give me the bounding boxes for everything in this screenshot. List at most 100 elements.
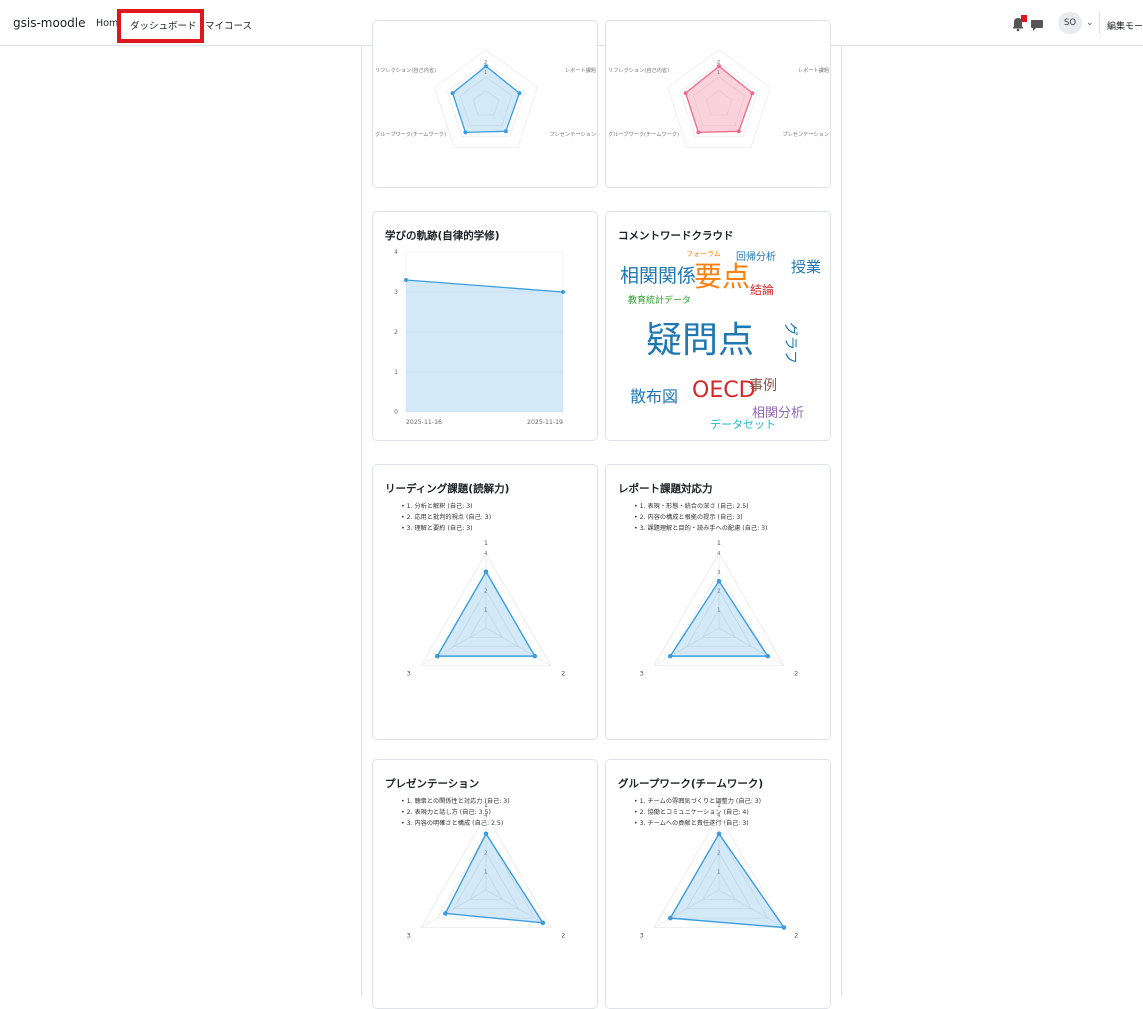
learning-trail-chart: 012342025-11-162025-11-19	[373, 212, 598, 441]
radar-axis-label: 1	[717, 539, 721, 547]
radar-point	[532, 654, 537, 659]
radar-axis-label: 2	[561, 670, 565, 678]
radar-tick-label: 4	[717, 813, 721, 819]
presentation-radar-chart: 1234123	[373, 760, 598, 1009]
navbar-divider	[1099, 12, 1100, 34]
top-radar-card-left: 2 1 リフレクション(自己内省) レポート課題プレゼンテーション グループワーク(チー…	[372, 20, 598, 188]
wc-word: OECD	[692, 378, 756, 403]
wc-word: データセット	[710, 417, 776, 431]
radar-point	[684, 91, 688, 95]
radar-axis-label: プレゼンテーション	[549, 130, 596, 138]
radar-tick-label: 1	[717, 70, 720, 76]
radar-axis-label: プレゼンテーション	[782, 130, 829, 138]
radar-point	[696, 130, 700, 134]
radar-tick-label: 4	[484, 551, 488, 557]
radar-axis-label: グループワーク(チームワーク)	[375, 130, 446, 138]
radar-area	[453, 66, 520, 132]
content-right-border	[841, 46, 842, 996]
chart-point	[561, 290, 565, 294]
top-radar-chart-left: 2 1 リフレクション(自己内省) レポート課題プレゼンテーション グループワーク(チー…	[373, 21, 598, 188]
radar-point	[435, 654, 440, 659]
radar-point	[668, 916, 673, 921]
radar-point	[541, 921, 546, 926]
site-brand[interactable]: gsis-moodle	[13, 16, 86, 30]
radar-axis-label: 2	[561, 932, 565, 940]
wc-word: フォーラム	[686, 250, 721, 258]
radar-area	[686, 66, 753, 132]
wc-word: グラフ	[782, 322, 798, 364]
wc-word: 回帰分析	[736, 250, 776, 263]
top-radar-chart-right: 2 1 リフレクション(自己内省) レポート課題プレゼンテーション グループワーク(チー…	[606, 21, 831, 188]
groupwork-radar-chart: 1234123	[606, 760, 831, 1009]
wc-word: 相関関係	[620, 265, 696, 287]
radar-tick-label: 2	[484, 60, 487, 66]
radar-point	[504, 129, 508, 133]
radar-axis-label: 3	[407, 670, 411, 678]
wc-word: 教育統計データ	[628, 294, 691, 306]
radar-axis-label: グループワーク(チームワーク)	[608, 130, 679, 138]
groupwork-card: グループワーク(チームワーク) 1. チームの雰囲気づくりと調整力 (自己: 3…	[605, 759, 831, 1009]
wc-word: 事例	[749, 378, 777, 394]
wc-word: 散布図	[630, 387, 678, 406]
nav-mycourses-link[interactable]: マイコース	[205, 18, 252, 32]
nav-dashboard-link[interactable]: ダッシュボード	[130, 18, 197, 32]
radar-point	[750, 91, 754, 95]
report-radar-chart: 1234123	[606, 465, 831, 740]
reading-card: リーディング課題(読解力) 1. 分析と解釈 (自己: 3) 2. 応用と批判的…	[372, 464, 598, 740]
radar-axis-label: 3	[640, 932, 644, 940]
radar-axis-label: 3	[640, 670, 644, 678]
radar-area	[437, 572, 534, 656]
word-cloud-image: 相関関係 要点 疑問点 OECD 散布図 授業 結論 事例 相関分析 データセッ…	[606, 212, 831, 441]
notification-badge	[1021, 15, 1027, 22]
chart-area-fill	[406, 280, 563, 412]
radar-axis-label: レポート課題	[565, 66, 596, 74]
chart-y-tick: 4	[394, 249, 398, 256]
top-radar-card-right: 2 1 リフレクション(自己内省) レポート課題プレゼンテーション グループワーク(チー…	[605, 20, 831, 188]
radar-point	[737, 129, 741, 133]
radar-axis-label: リフレクション(自己内省)	[375, 66, 436, 74]
message-drawer-icon[interactable]	[1030, 18, 1044, 32]
radar-point	[782, 925, 787, 930]
edit-mode-toggle[interactable]: 編集モード	[1107, 19, 1143, 32]
radar-axis-label: レポート課題	[798, 66, 829, 74]
radar-point	[717, 579, 722, 584]
notification-bell-icon[interactable]	[1010, 14, 1028, 32]
radar-tick-label: 1	[484, 70, 487, 76]
radar-point	[484, 569, 489, 574]
radar-axis-label: 1	[484, 801, 488, 809]
user-menu-chevron-icon[interactable]: ⌄	[1086, 18, 1094, 28]
presentation-card: プレゼンテーション 1. 聴衆との関係性と対応力 (自己: 3) 2. 表現力と…	[372, 759, 598, 1009]
chart-point	[404, 278, 408, 282]
chart-y-tick: 0	[394, 409, 398, 416]
wc-word: 疑問点	[646, 320, 754, 361]
wc-word: 結論	[750, 282, 774, 297]
chart-x-tick: 2025-11-16	[406, 419, 442, 426]
radar-point	[517, 91, 521, 95]
radar-axis-label: 1	[484, 539, 488, 547]
radar-axis-label: リフレクション(自己内省)	[608, 66, 669, 74]
radar-point	[717, 831, 722, 836]
radar-tick-label: 2	[717, 60, 720, 66]
reading-radar-chart: 1234123	[373, 465, 598, 740]
radar-area	[670, 581, 767, 656]
wc-word: 要点	[694, 260, 750, 293]
radar-area	[670, 834, 784, 928]
radar-point	[668, 654, 673, 659]
radar-tick-label: 3	[717, 570, 721, 576]
radar-point	[443, 911, 448, 916]
radar-axis-label: 2	[794, 932, 798, 940]
user-avatar[interactable]: SO	[1058, 12, 1082, 34]
radar-point	[765, 654, 770, 659]
wc-word: 授業	[791, 258, 821, 276]
chart-y-tick: 3	[394, 289, 398, 296]
content-left-border	[361, 46, 362, 996]
chart-x-tick: 2025-11-19	[527, 419, 563, 426]
chart-y-tick: 1	[394, 369, 398, 376]
radar-axis-label: 2	[794, 670, 798, 678]
radar-point	[484, 831, 489, 836]
radar-point	[463, 130, 467, 134]
radar-point	[451, 91, 455, 95]
radar-axis-label: 1	[717, 801, 721, 809]
radar-tick-label: 4	[717, 551, 721, 557]
learning-trail-card: 学びの軌跡(自律的学修) 012342025-11-162025-11-19	[372, 211, 598, 441]
